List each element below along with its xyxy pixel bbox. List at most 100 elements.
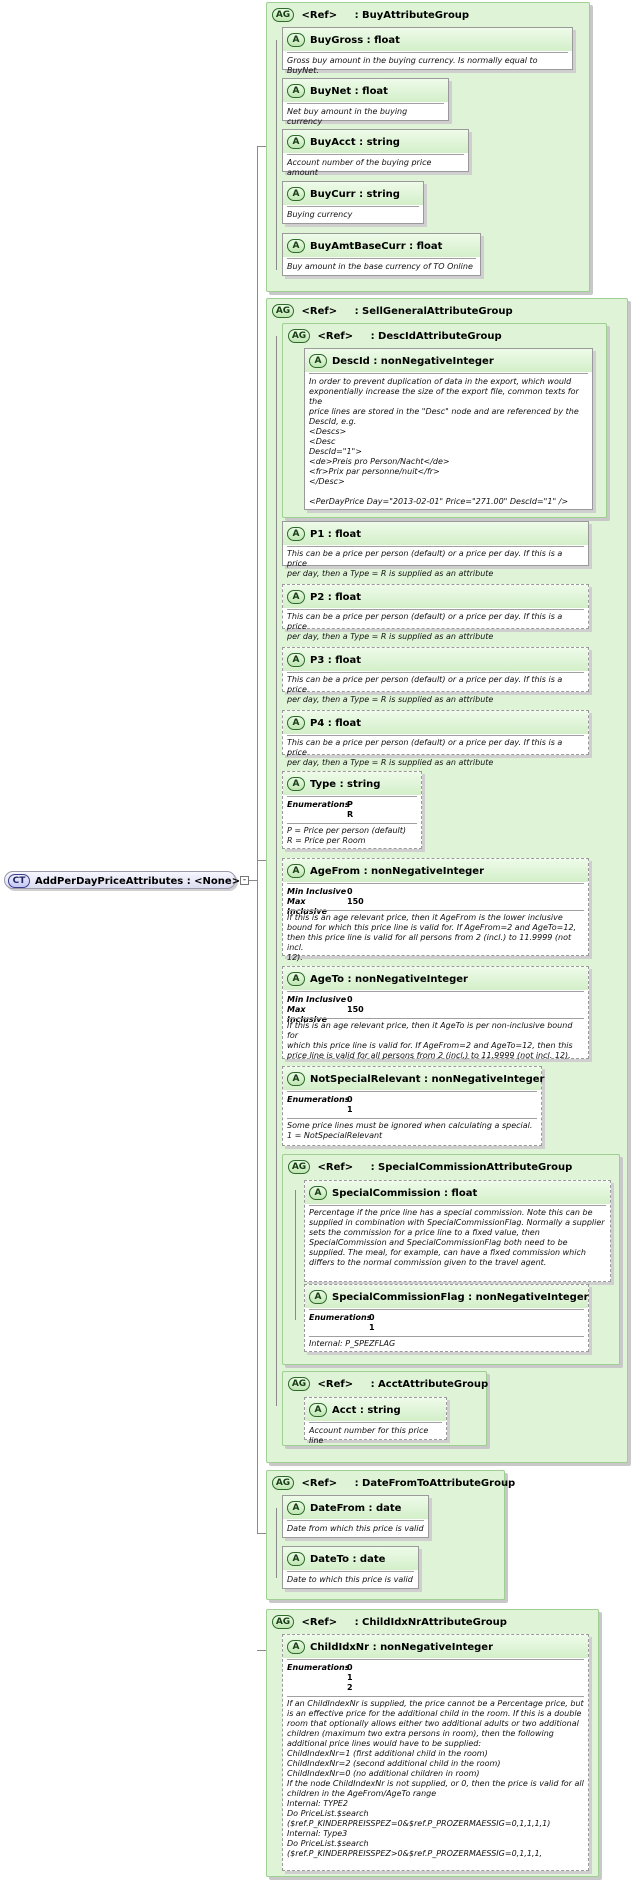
attribute-notspecialrelevant[interactable]: A NotSpecialRelevant : nonNegativeInteger… — [282, 1066, 544, 1146]
attribute-buycurr[interactable]: A BuyCurr : string Buying currency — [282, 181, 424, 224]
complex-type-node[interactable]: CT AddPerDayPriceAttributes : <None> — [4, 871, 240, 889]
attribute-p3[interactable]: A P3 : float This can be a price per pers… — [282, 647, 589, 704]
group-header: AG <Ref> : ChildIdxNrAttributeGroup — [272, 1615, 507, 1631]
connector — [249, 880, 257, 881]
group-header: AG <Ref> : AcctAttributeGroup — [288, 1377, 488, 1393]
connector — [257, 1533, 266, 1534]
attribute-badge: A — [287, 1552, 305, 1566]
attribute-group-badge: AG — [272, 8, 294, 22]
attribute-datefrom[interactable]: A DateFrom : date Date from which this pr… — [282, 1495, 429, 1538]
attribute-group-badge: AG — [288, 1160, 310, 1174]
group-name: : ChildIdxNrAttributeGroup — [354, 1617, 507, 1628]
attribute-badge: A — [287, 716, 305, 730]
attribute-description: Percentage if the price line has a speci… — [309, 1208, 605, 1267]
attribute-badge: A — [287, 1501, 305, 1515]
attribute-name: P2 : float — [310, 591, 362, 603]
group-name: : SpecialCommissionAttributeGroup — [370, 1162, 573, 1173]
enumerations-label: Enumerations — [287, 1095, 350, 1104]
group-header: AG <Ref> : SellGeneralAttributeGroup — [272, 304, 513, 320]
max-inclusive-value: 150 — [347, 1005, 364, 1014]
connector — [276, 1508, 277, 1578]
attribute-description: In order to prevent duplication of data … — [309, 377, 579, 506]
attribute-group-badge: AG — [272, 304, 294, 318]
group-header: AG <Ref> : BuyAttributeGroup — [272, 8, 469, 24]
ref-label: <Ref> — [317, 1162, 354, 1173]
attribute-badge: A — [309, 1403, 327, 1417]
attribute-badge: A — [287, 972, 305, 986]
min-inclusive-label: Min Inclusive — [287, 995, 347, 1004]
attribute-agefrom[interactable]: A AgeFrom : nonNegativeInteger Min Inclus… — [282, 858, 589, 962]
ref-label: <Ref> — [301, 10, 338, 21]
attribute-name: DateFrom : date — [310, 1502, 402, 1514]
enumeration-values: 0 1 — [369, 1313, 375, 1332]
attribute-group-badge: AG — [272, 1615, 294, 1629]
attribute-specialcommission[interactable]: A SpecialCommission : float Percentage if… — [304, 1180, 611, 1282]
connector — [295, 1190, 296, 1320]
attribute-specialcommissionflag[interactable]: A SpecialCommissionFlag : nonNegativeInte… — [304, 1284, 589, 1352]
attribute-name: AgeFrom : nonNegativeInteger — [310, 865, 485, 877]
complex-type-title: AddPerDayPriceAttributes : <None> — [35, 875, 241, 887]
attribute-descid[interactable]: A DescId : nonNegativeInteger In order to… — [304, 348, 593, 510]
attribute-buygross[interactable]: A BuyGross : float Gross buy amount in th… — [282, 27, 573, 75]
attribute-badge: A — [287, 84, 305, 98]
attribute-description: This can be a price per person (default)… — [287, 549, 563, 578]
attribute-description: This can be a price per person (default)… — [287, 675, 563, 704]
group-name: : BuyAttributeGroup — [354, 10, 470, 21]
attribute-description: If this is an age relevant price, then i… — [287, 1021, 573, 1060]
attribute-name: DescId : nonNegativeInteger — [332, 355, 494, 367]
attribute-name: AgeTo : nonNegativeInteger — [310, 973, 468, 985]
attribute-description: Account number of the buying price amoun… — [287, 158, 432, 177]
attribute-type[interactable]: A Type : string EnumerationsP R P = Price… — [282, 771, 422, 849]
attribute-p2[interactable]: A P2 : float This can be a price per pers… — [282, 584, 589, 641]
enumerations-label: Enumerations — [287, 1663, 350, 1672]
attribute-buynet[interactable]: A BuyNet : float Net buy amount in the bu… — [282, 78, 449, 126]
attribute-childidxnr[interactable]: A ChildIdxNr : nonNegativeInteger Enumera… — [282, 1634, 589, 1871]
connector — [257, 1650, 266, 1651]
attribute-p1[interactable]: A P1 : float This can be a price per pers… — [282, 521, 589, 578]
connector — [257, 860, 266, 861]
attribute-badge: A — [309, 354, 327, 368]
group-name: : DateFromToAttributeGroup — [354, 1478, 516, 1489]
attribute-description: Date to which this price is valid — [287, 1575, 413, 1584]
attribute-acct[interactable]: A Acct : string Account number for this p… — [304, 1397, 447, 1445]
ref-label: <Ref> — [301, 1478, 338, 1489]
attribute-description: If an ChildIndexNr is supplied, the pric… — [287, 1699, 584, 1858]
ref-label: <Ref> — [301, 306, 338, 317]
connector — [257, 146, 266, 147]
attribute-badge: A — [309, 1290, 327, 1304]
attribute-name: BuyCurr : string — [310, 188, 400, 200]
attribute-dateto[interactable]: A DateTo : date Date to which this price … — [282, 1546, 419, 1589]
connector — [276, 40, 277, 270]
attribute-badge: A — [287, 590, 305, 604]
attribute-name: DateTo : date — [310, 1553, 386, 1565]
attribute-group-badge: AG — [272, 1476, 294, 1490]
connector — [257, 146, 258, 1533]
attribute-badge: A — [287, 1640, 305, 1654]
attribute-description: Net buy amount in the buying currency — [287, 107, 408, 126]
enumeration-values: P R — [347, 800, 354, 819]
attribute-name: BuyNet : float — [310, 85, 388, 97]
attribute-name: SpecialCommission : float — [332, 1187, 478, 1199]
enumeration-values: 0 1 2 — [347, 1663, 353, 1692]
attribute-name: P4 : float — [310, 717, 362, 729]
attribute-ageto[interactable]: A AgeTo : nonNegativeInteger Min Inclusiv… — [282, 966, 589, 1060]
attribute-buyacct[interactable]: A BuyAcct : string Account number of the … — [282, 129, 469, 177]
enumerations: Enumerations0 1 — [309, 1313, 375, 1333]
collapse-toggle-icon[interactable]: - — [240, 876, 249, 885]
group-header: AG <Ref> : SpecialCommissionAttributeGro… — [288, 1160, 572, 1176]
min-inclusive-label: Min Inclusive — [287, 887, 347, 896]
attribute-name: BuyAmtBaseCurr : float — [310, 240, 443, 252]
attribute-name: Acct : string — [332, 1404, 401, 1416]
enumerations: Enumerations0 1 — [287, 1095, 353, 1115]
attribute-buyamtbasecurr[interactable]: A BuyAmtBaseCurr : float Buy amount in th… — [282, 233, 481, 276]
attribute-description: Internal: P_SPEZFLAG — [309, 1339, 396, 1348]
enumeration-values: 0 1 — [347, 1095, 353, 1114]
group-name: : SellGeneralAttributeGroup — [354, 306, 513, 317]
attribute-name: BuyGross : float — [310, 34, 400, 46]
attribute-badge: A — [287, 653, 305, 667]
attribute-description: Buy amount in the base currency of TO On… — [287, 262, 473, 271]
attribute-badge: A — [287, 527, 305, 541]
attribute-badge: A — [287, 135, 305, 149]
attribute-p4[interactable]: A P4 : float This can be a price per pers… — [282, 710, 589, 767]
complex-type-badge: CT — [8, 874, 30, 888]
